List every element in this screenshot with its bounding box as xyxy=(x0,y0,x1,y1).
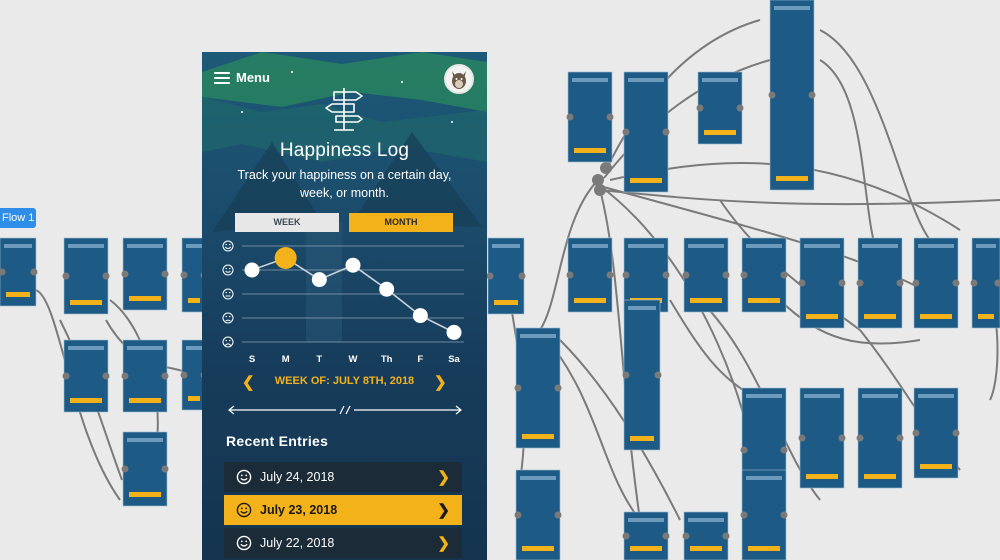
page-subtitle: Track your happiness on a certain day, w… xyxy=(237,168,452,200)
timeline-divider[interactable] xyxy=(226,402,464,418)
happy-face-icon xyxy=(236,502,252,518)
chevron-right-icon: ❯ xyxy=(437,502,450,519)
flow-label[interactable]: Flow 1 xyxy=(0,208,36,228)
x-tick-label: Th xyxy=(381,354,393,365)
phone-screen: Menu Happiness Log Track your happiness … xyxy=(202,52,487,560)
data-point xyxy=(311,272,327,288)
hamburger-icon xyxy=(214,71,230,84)
chevron-right-icon: ❯ xyxy=(437,469,450,486)
happy-face-icon xyxy=(236,535,252,551)
x-tick-label: S xyxy=(249,354,255,365)
screen-thumbnail[interactable] xyxy=(857,387,903,489)
next-week-arrow-icon[interactable]: ❯ xyxy=(434,373,447,391)
x-tick-label: F xyxy=(417,354,423,365)
sad-face-icon xyxy=(222,312,234,324)
signpost-icon xyxy=(325,88,363,131)
flow-connector[interactable] xyxy=(559,339,681,521)
entry-date: July 24, 2018 xyxy=(260,470,335,484)
entry-row[interactable]: July 22, 2018 ❯ xyxy=(224,528,462,558)
week-navigator: ❮ WEEK OF: JULY 8TH, 2018 ❯ xyxy=(202,373,487,391)
x-tick-label: W xyxy=(349,354,358,365)
week-toggle[interactable]: WEEK xyxy=(235,213,339,232)
screen-thumbnail[interactable] xyxy=(515,327,561,449)
page-title: Happiness Log xyxy=(279,140,410,161)
flow-connector[interactable] xyxy=(669,299,761,401)
connector-node[interactable] xyxy=(594,184,606,196)
neutral-face-icon xyxy=(222,288,234,300)
x-tick-label: Sa xyxy=(448,354,460,365)
recent-entries-heading: Recent Entries xyxy=(226,433,329,449)
chart-plot: S M T W Th F Sa xyxy=(222,240,464,365)
screen-thumbnail[interactable] xyxy=(769,0,815,191)
data-point xyxy=(379,281,395,297)
menu-button[interactable]: Menu xyxy=(214,70,270,85)
flow-connector[interactable] xyxy=(819,59,881,261)
data-point xyxy=(446,324,462,340)
entry-date: July 23, 2018 xyxy=(260,503,338,517)
x-tick-label: M xyxy=(282,354,290,365)
wolf-avatar-icon[interactable] xyxy=(444,64,474,94)
screen-thumbnail[interactable] xyxy=(799,387,845,489)
x-tick-label: T xyxy=(316,354,322,365)
data-point xyxy=(345,257,361,273)
entry-row-selected[interactable]: July 23, 2018 ❯ xyxy=(224,495,462,525)
menu-label: Menu xyxy=(236,70,270,85)
happiness-chart: S M T W Th F Sa xyxy=(216,238,476,368)
connector-node[interactable] xyxy=(600,162,612,174)
data-point xyxy=(412,308,428,324)
connector-node[interactable] xyxy=(592,174,604,186)
chevron-right-icon: ❯ xyxy=(437,535,450,552)
happy-face-icon xyxy=(236,469,252,485)
entry-row[interactable]: July 24, 2018 ❯ xyxy=(224,462,462,492)
month-toggle[interactable]: MONTH xyxy=(349,213,453,232)
very-sad-face-icon xyxy=(222,336,234,348)
very-happy-face-icon xyxy=(222,240,234,252)
data-point xyxy=(244,262,260,278)
screen-thumbnail[interactable] xyxy=(623,71,669,193)
flow-canvas[interactable] xyxy=(0,0,1000,560)
happy-face-icon xyxy=(222,264,234,276)
flow-connector[interactable] xyxy=(819,29,931,241)
data-point-highlighted xyxy=(274,247,297,269)
entry-date: July 22, 2018 xyxy=(260,536,335,550)
